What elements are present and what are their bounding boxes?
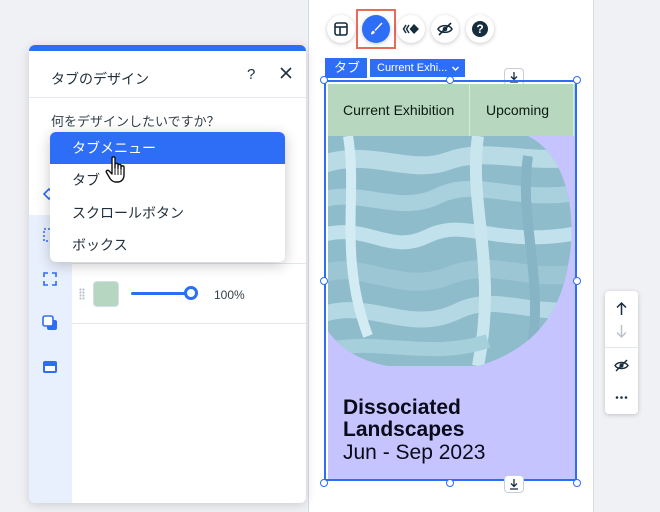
resize-handle-bottom[interactable] <box>446 479 454 487</box>
opacity-value[interactable]: 100% <box>214 288 245 302</box>
selection-frame <box>324 80 577 481</box>
hidden-eye-icon <box>437 22 453 36</box>
section-divider <box>72 263 306 264</box>
panel-title: タブのデザイン <box>51 71 149 87</box>
help-button[interactable]: ? <box>466 15 494 43</box>
resize-handle-bottom-left[interactable] <box>320 479 328 487</box>
close-icon[interactable] <box>277 64 295 82</box>
toolbar-divider <box>605 347 638 348</box>
dropdown-option-tab-menu[interactable]: タブメニュー <box>50 132 285 164</box>
element-type-label: タブ <box>325 58 367 78</box>
resize-handle-top-left[interactable] <box>320 76 328 84</box>
tab-selector-dropdown[interactable]: Current Exhi... <box>369 58 466 78</box>
dropdown-option-scroll-button[interactable]: スクロールボタン <box>50 197 285 229</box>
stretch-bottom-button[interactable] <box>504 475 524 493</box>
layout-icon <box>334 22 348 36</box>
hand-cursor-icon <box>105 156 125 183</box>
animation-button[interactable] <box>397 15 425 43</box>
drag-handle-icon[interactable] <box>79 288 85 300</box>
resize-handle-left[interactable] <box>320 277 328 285</box>
animation-icon <box>402 24 419 34</box>
paint-brush-icon <box>371 22 383 35</box>
resize-handle-top-right[interactable] <box>573 76 581 84</box>
hide-button[interactable] <box>431 15 459 43</box>
chevron-down-icon <box>452 66 459 71</box>
border-icon[interactable] <box>41 270 59 288</box>
resize-handle-bottom-right[interactable] <box>573 479 581 487</box>
help-icon: ? <box>472 21 488 37</box>
panel-help-button[interactable]: ? <box>247 66 255 83</box>
download-arrow-icon <box>510 479 518 490</box>
section-divider <box>72 323 306 324</box>
tab-design-panel: タブのデザイン ? 何をデザインしたいですか？ 100% <box>29 45 306 503</box>
resize-handle-right[interactable] <box>573 277 581 285</box>
more-actions-icon[interactable] <box>613 389 630 406</box>
arrow-down-icon[interactable] <box>613 323 630 340</box>
shadow-icon[interactable] <box>41 314 59 332</box>
dropdown-option-box[interactable]: ボックス <box>50 229 285 261</box>
arrow-up-icon[interactable] <box>613 300 630 317</box>
svg-text:?: ? <box>476 22 483 36</box>
panel-header: タブのデザイン ? <box>29 51 306 98</box>
design-target-question: 何をデザインしたいですか？ <box>51 114 220 129</box>
dropdown-option-tab[interactable]: タブ <box>50 164 285 196</box>
design-button[interactable] <box>362 15 390 43</box>
design-target-dropdown: タブメニュー タブ スクロールボタン ボックス <box>50 132 285 262</box>
element-quick-actions <box>605 291 638 414</box>
hidden-eye-icon[interactable] <box>613 357 630 374</box>
resize-handle-top[interactable] <box>446 76 454 84</box>
fill-color-swatch[interactable] <box>93 281 119 307</box>
layout-icon[interactable] <box>41 358 59 376</box>
tab-selector-value: Current Exhi... <box>377 62 448 74</box>
opacity-slider-knob[interactable] <box>184 286 198 300</box>
layout-button[interactable] <box>327 15 355 43</box>
